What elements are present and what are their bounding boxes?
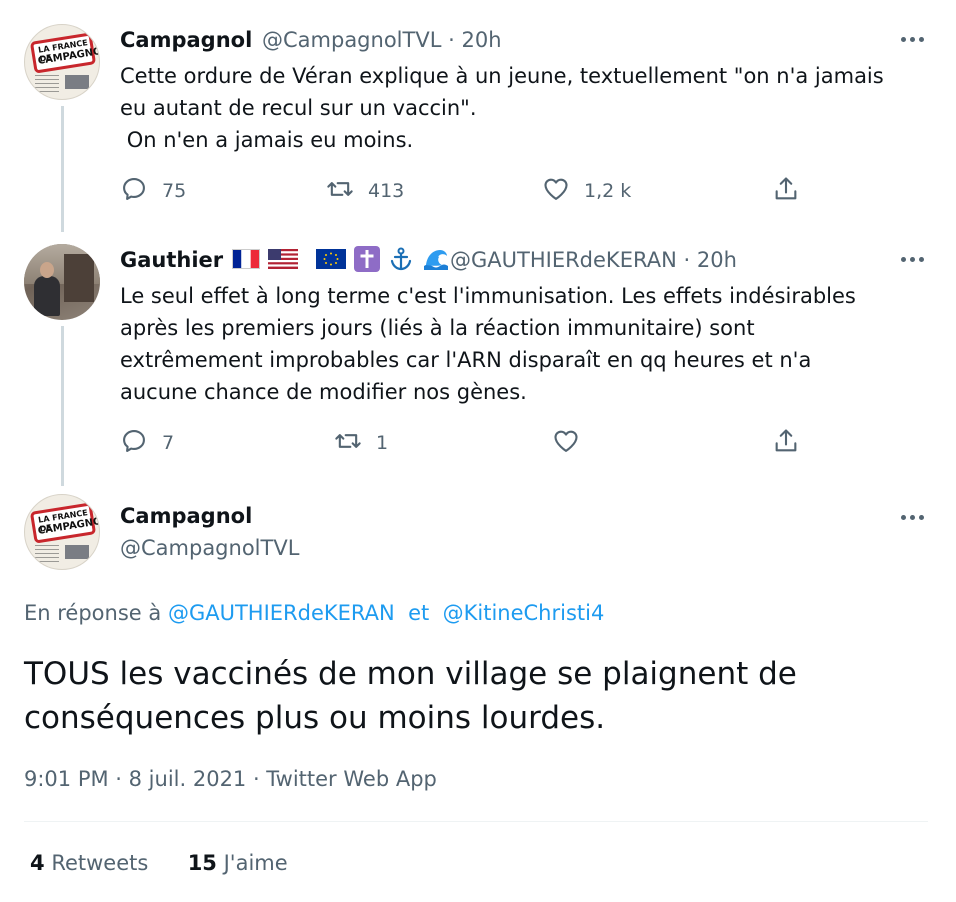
avatar-photo-person	[34, 276, 60, 316]
flag-eu-icon	[316, 249, 346, 273]
retweets-label: Retweets	[51, 851, 149, 875]
more-icon[interactable]	[899, 256, 927, 264]
heart-icon	[552, 427, 580, 459]
display-name[interactable]: Campagnol	[120, 502, 252, 530]
tweet-actions: 7 1	[120, 426, 810, 460]
tweet-text: Cette ordure de Véran explique à un jeun…	[120, 64, 884, 152]
tweet-stats: 4 Retweets 15 J'aime	[30, 849, 288, 877]
flag-france-icon	[232, 249, 260, 273]
more-icon[interactable]	[899, 514, 927, 522]
retweet-button[interactable]: 413	[326, 174, 404, 208]
like-count: 1,2 k	[584, 180, 632, 202]
avatar-newspaper-photo	[65, 545, 89, 559]
like-button[interactable]	[552, 426, 594, 460]
thread-line	[61, 106, 64, 232]
display-name[interactable]: Campagnol	[120, 26, 252, 54]
latin-cross-icon	[354, 246, 380, 276]
retweets-stat[interactable]: 4 Retweets	[30, 851, 148, 875]
avatar[interactable]	[24, 244, 100, 320]
share-icon	[772, 175, 800, 207]
tweet-meta: @GAUTHIERdeKERAN · 20h	[450, 246, 737, 274]
more-icon[interactable]	[899, 36, 927, 44]
avatar-sign: LA FRANCE DE CAMPAGNOL	[29, 32, 99, 74]
reply-prefix: En réponse à	[24, 601, 162, 625]
avatar[interactable]: LA FRANCE DE CAMPAGNOL	[24, 494, 100, 570]
anchor-icon	[388, 246, 414, 276]
avatar-newspaper-text	[35, 75, 59, 93]
reply-icon	[120, 175, 148, 207]
retweets-count: 4	[30, 851, 45, 875]
thread-line	[61, 326, 64, 486]
display-name-text: Gauthier	[120, 248, 224, 272]
like-button[interactable]: 1,2 k	[542, 174, 631, 208]
retweet-count: 1	[376, 432, 389, 454]
avatar-newspaper-photo	[65, 75, 89, 89]
meta-separator: ·	[448, 28, 455, 52]
share-button[interactable]	[772, 426, 800, 460]
handle[interactable]: @CampagnolTVL	[262, 28, 441, 52]
avatar-sign: LA FRANCE DE CAMPAGNOL	[29, 502, 99, 544]
avatar-photo-door	[64, 254, 94, 302]
water-wave-icon	[422, 246, 450, 276]
handle[interactable]: @GAUTHIERdeKERAN	[450, 248, 677, 272]
retweet-count: 413	[368, 180, 405, 202]
avatar[interactable]: LA FRANCE DE CAMPAGNOL	[24, 24, 100, 100]
retweet-button[interactable]: 1	[334, 426, 388, 460]
reply-count: 7	[162, 432, 175, 454]
share-icon	[772, 427, 800, 459]
replying-to: En réponse à @GAUTHIERdeKERAN et @Kitine…	[24, 599, 604, 627]
reply-button[interactable]: 75	[120, 174, 186, 208]
tweet-actions: 75 413 1,2 k	[120, 174, 810, 208]
likes-label: J'aime	[223, 851, 288, 875]
meta-separator: ·	[683, 248, 691, 272]
retweet-icon	[334, 427, 362, 459]
tweet-text: TOUS les vaccinés de mon village se plai…	[24, 656, 797, 736]
reply-icon	[120, 427, 148, 459]
reply-conjunction: et	[408, 601, 430, 625]
tweet-meta: @CampagnolTVL · 20h	[262, 26, 502, 54]
avatar-photo-head	[40, 262, 54, 278]
tweet-time[interactable]: 20h	[697, 248, 737, 272]
tweet-timestamp[interactable]: 9:01 PM · 8 juil. 2021 · Twitter Web App	[24, 765, 437, 793]
likes-stat[interactable]: 15 J'aime	[188, 851, 288, 875]
flag-usa-icon	[268, 249, 298, 273]
display-name[interactable]: Gauthier	[120, 246, 223, 274]
tweet-text: Le seul effet à long terme c'est l'immun…	[120, 284, 856, 404]
avatar-newspaper-text	[35, 545, 59, 563]
reply-count: 75	[162, 180, 187, 202]
share-button[interactable]	[772, 174, 800, 208]
tweet-time[interactable]: 20h	[461, 28, 501, 52]
name-emojis	[232, 246, 450, 276]
handle[interactable]: @CampagnolTVL	[120, 534, 299, 562]
reply-button[interactable]: 7	[120, 426, 174, 460]
reply-mention-link[interactable]: @GAUTHIERdeKERAN	[168, 601, 395, 625]
likes-count: 15	[187, 851, 217, 875]
retweet-icon	[326, 175, 354, 207]
reply-mention-link[interactable]: @KitineChristi4	[443, 601, 605, 625]
heart-icon	[542, 175, 570, 207]
divider	[24, 821, 928, 822]
